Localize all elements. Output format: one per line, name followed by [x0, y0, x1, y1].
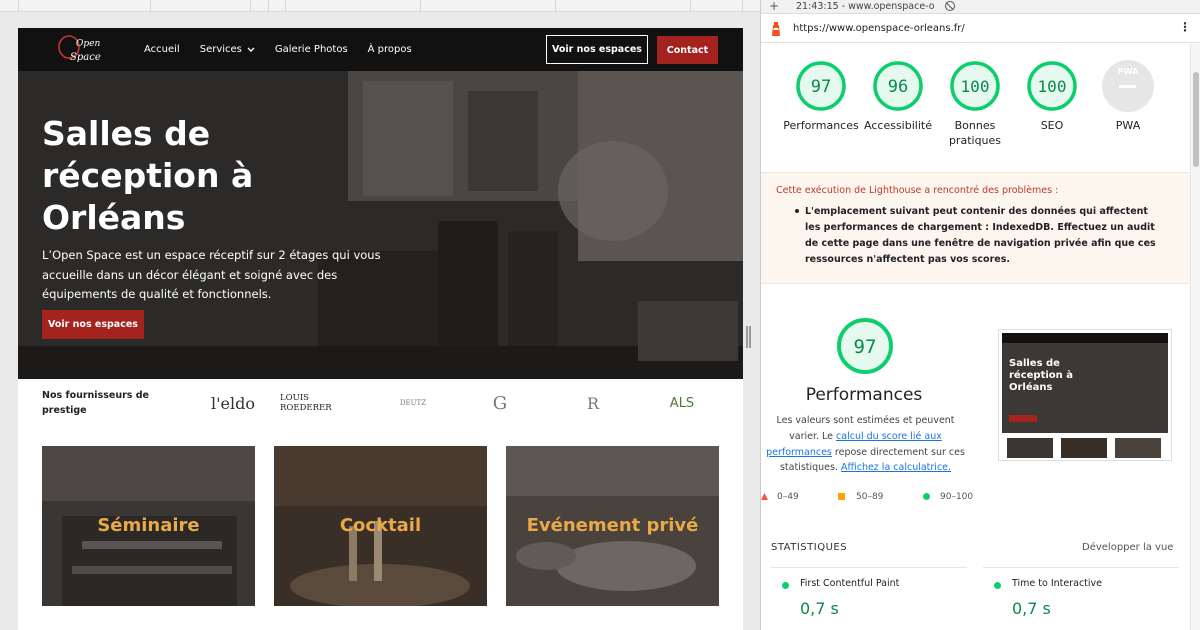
- lighthouse-icon: [772, 22, 780, 36]
- suppliers-strip: Nos fournisseurs de prestige l'eldo LOUI…: [18, 379, 743, 445]
- runtime-warning-box: Cette exécution de Lighthouse a rencontr…: [761, 172, 1190, 284]
- performance-description: Les valeurs sont estimées et peuvent var…: [763, 413, 968, 476]
- hero-section: Salles de réception à Orléans L’Open Spa…: [18, 71, 743, 379]
- gauge-performances[interactable]: 97: [795, 60, 847, 112]
- metric-value: 0,7 s: [800, 599, 839, 618]
- more-options-icon[interactable]: ⋮: [1179, 20, 1191, 34]
- ruler-strip: [0, 0, 760, 12]
- average-square-icon: [838, 493, 845, 500]
- nav-link-a-propos[interactable]: À propos: [368, 44, 412, 55]
- pass-circle-icon: [923, 493, 930, 500]
- top-navigation: Open Space Accueil Services Galerie Phot…: [18, 28, 743, 71]
- legend-average: 50–89: [856, 492, 884, 502]
- metric-value: 0,7 s: [1012, 599, 1051, 618]
- gauge-pwa[interactable]: PWA: [1102, 60, 1154, 112]
- nav-link-services[interactable]: Services: [200, 44, 255, 55]
- score-bonnes-pratiques: 100: [961, 77, 990, 96]
- report-selector[interactable]: 21:43:15 - www.openspace-o: [796, 1, 935, 12]
- report-url-bar: https://www.openspace-orleans.fr/ ⋮: [761, 15, 1200, 43]
- website-viewport: Open Space Accueil Services Galerie Phot…: [0, 0, 760, 630]
- label-pwa: PWA: [1115, 119, 1141, 132]
- card-evenement-prive-title: Evénement privé: [526, 515, 699, 536]
- scrollbar-thumb[interactable]: [1193, 72, 1199, 167]
- hero-description: L’Open Space est un espace réceptif sur …: [42, 248, 381, 301]
- open-space-logo[interactable]: Open Space: [54, 32, 106, 68]
- contact-button[interactable]: Contact: [657, 36, 718, 64]
- web-page: Open Space Accueil Services Galerie Phot…: [18, 28, 743, 630]
- calculator-link[interactable]: Affichez la calculatrice.: [841, 462, 951, 473]
- warning-item: L'emplacement suivant peut contenir des …: [805, 206, 1156, 265]
- performance-title: Performances: [805, 385, 923, 405]
- metric-name: First Contentful Paint: [800, 578, 900, 589]
- card-cocktail-title: Cocktail: [339, 515, 422, 536]
- metric-time-to-interactive: Time to Interactive 0,7 s: [983, 567, 1179, 627]
- pass-dot-icon: [782, 582, 789, 589]
- fail-triangle-icon: [761, 493, 768, 500]
- gauge-accessibilite[interactable]: 96: [872, 60, 924, 112]
- logo-word-open: Open: [76, 39, 100, 49]
- pane-splitter-handle[interactable]: [746, 326, 752, 348]
- card-evenement-prive[interactable]: Evénement privé: [506, 446, 719, 606]
- nav-link-services-label: Services: [199, 44, 242, 55]
- service-cards: Séminaire Cocktail Evénement privé: [18, 446, 743, 606]
- metric-name: Time to Interactive: [1012, 578, 1102, 589]
- supplier-logo-g: G: [492, 392, 508, 414]
- performance-gauge-large: 97: [837, 318, 893, 374]
- supplier-logo-deutz: DEUTZ: [399, 399, 427, 407]
- supplier-logo-leldo: l'eldo: [211, 393, 255, 413]
- warning-heading: Cette exécution de Lighthouse a rencontr…: [776, 185, 1059, 196]
- expand-view-toggle[interactable]: Développer la vue: [1082, 542, 1173, 553]
- pass-dot-icon: [994, 582, 1001, 589]
- performance-score-large: 97: [854, 336, 877, 358]
- svg-text:Salles de: Salles de: [1009, 358, 1060, 369]
- logo-word-space: Space: [70, 52, 101, 63]
- supplier-logo-als: ALS: [669, 395, 695, 411]
- nav-link-accueil[interactable]: Accueil: [144, 44, 180, 55]
- pwa-badge-text: PWA: [1117, 67, 1139, 76]
- gauge-seo[interactable]: 100: [1026, 60, 1078, 112]
- score-legend: 0–49 50–89 90–100: [761, 490, 991, 504]
- voir-espaces-hero-button[interactable]: Voir nos espaces: [42, 310, 144, 339]
- chevron-down-icon: [247, 47, 255, 52]
- lighthouse-panel: + 21:43:15 - www.openspace-o https://www…: [760, 0, 1200, 630]
- report-url[interactable]: https://www.openspace-orleans.fr/: [793, 23, 965, 34]
- lighthouse-toolbar: + 21:43:15 - www.openspace-o: [761, 0, 1200, 14]
- score-performances: 97: [811, 77, 831, 97]
- stats-heading: STATISTIQUES: [771, 542, 848, 553]
- screenshot-image: Salles de réception à Orléans: [999, 330, 1171, 460]
- supplier-logo-r: R: [586, 393, 600, 413]
- new-report-plus-icon[interactable]: +: [769, 0, 779, 13]
- supplier-logo-louis-roederer: LOUIS ROEDERER: [280, 393, 332, 413]
- panel-scrollbar[interactable]: [1190, 44, 1200, 630]
- svg-text:réception à: réception à: [1009, 369, 1073, 381]
- card-cocktail[interactable]: Cocktail: [274, 446, 487, 606]
- hero-title: Salles de réception à Orléans: [42, 114, 254, 237]
- bullet-icon: [795, 209, 799, 213]
- score-seo: 100: [1038, 77, 1067, 96]
- final-screenshot-thumbnail[interactable]: Salles de réception à Orléans: [998, 329, 1172, 461]
- nav-link-galerie[interactable]: Galerie Photos: [275, 44, 348, 55]
- metric-first-contentful-paint: First Contentful Paint 0,7 s: [771, 567, 967, 627]
- legend-fail: 0–49: [777, 492, 799, 502]
- card-seminaire[interactable]: Séminaire: [42, 446, 255, 606]
- svg-text:Orléans: Orléans: [1009, 381, 1053, 393]
- clear-reports-icon[interactable]: [945, 1, 955, 11]
- voir-espaces-nav-button[interactable]: Voir nos espaces: [546, 35, 648, 64]
- gauge-bonnes-pratiques[interactable]: 100: [949, 60, 1001, 112]
- suppliers-label: Nos fournisseurs de prestige: [42, 390, 149, 416]
- card-seminaire-title: Séminaire: [97, 515, 200, 536]
- legend-pass: 90–100: [940, 492, 974, 502]
- pwa-dash-icon: [1119, 85, 1136, 88]
- score-accessibilite: 96: [888, 77, 908, 97]
